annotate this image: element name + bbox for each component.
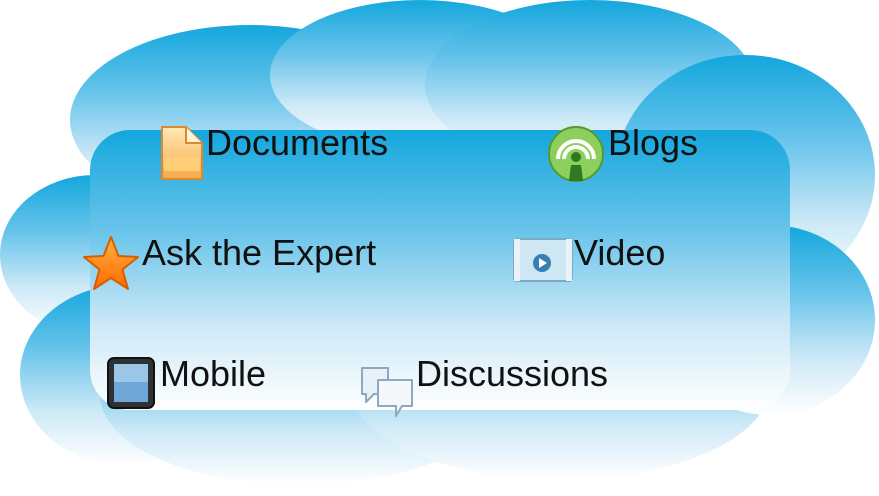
video-link[interactable]: Video bbox=[512, 233, 665, 285]
tablet-icon bbox=[106, 354, 160, 410]
blogs-label: Blogs bbox=[608, 122, 699, 163]
cloud-nav: Documents Blogs Ask the Expert Video Mob… bbox=[0, 0, 879, 496]
discussions-label: Discussions bbox=[416, 353, 609, 394]
document-icon bbox=[158, 123, 206, 183]
video-label: Video bbox=[574, 232, 666, 273]
ask-the-expert-link[interactable]: Ask the Expert bbox=[80, 233, 376, 295]
mobile-link[interactable]: Mobile bbox=[106, 354, 266, 410]
chat-bubbles-icon bbox=[358, 354, 416, 418]
blogs-link[interactable]: Blogs bbox=[544, 123, 698, 185]
documents-link[interactable]: Documents bbox=[158, 123, 388, 183]
star-icon bbox=[80, 233, 142, 295]
podcast-icon bbox=[544, 123, 608, 185]
documents-label: Documents bbox=[206, 122, 389, 163]
mobile-label: Mobile bbox=[160, 353, 267, 394]
discussions-link[interactable]: Discussions bbox=[358, 354, 608, 418]
video-icon bbox=[512, 233, 574, 285]
ask-the-expert-label: Ask the Expert bbox=[142, 232, 377, 273]
